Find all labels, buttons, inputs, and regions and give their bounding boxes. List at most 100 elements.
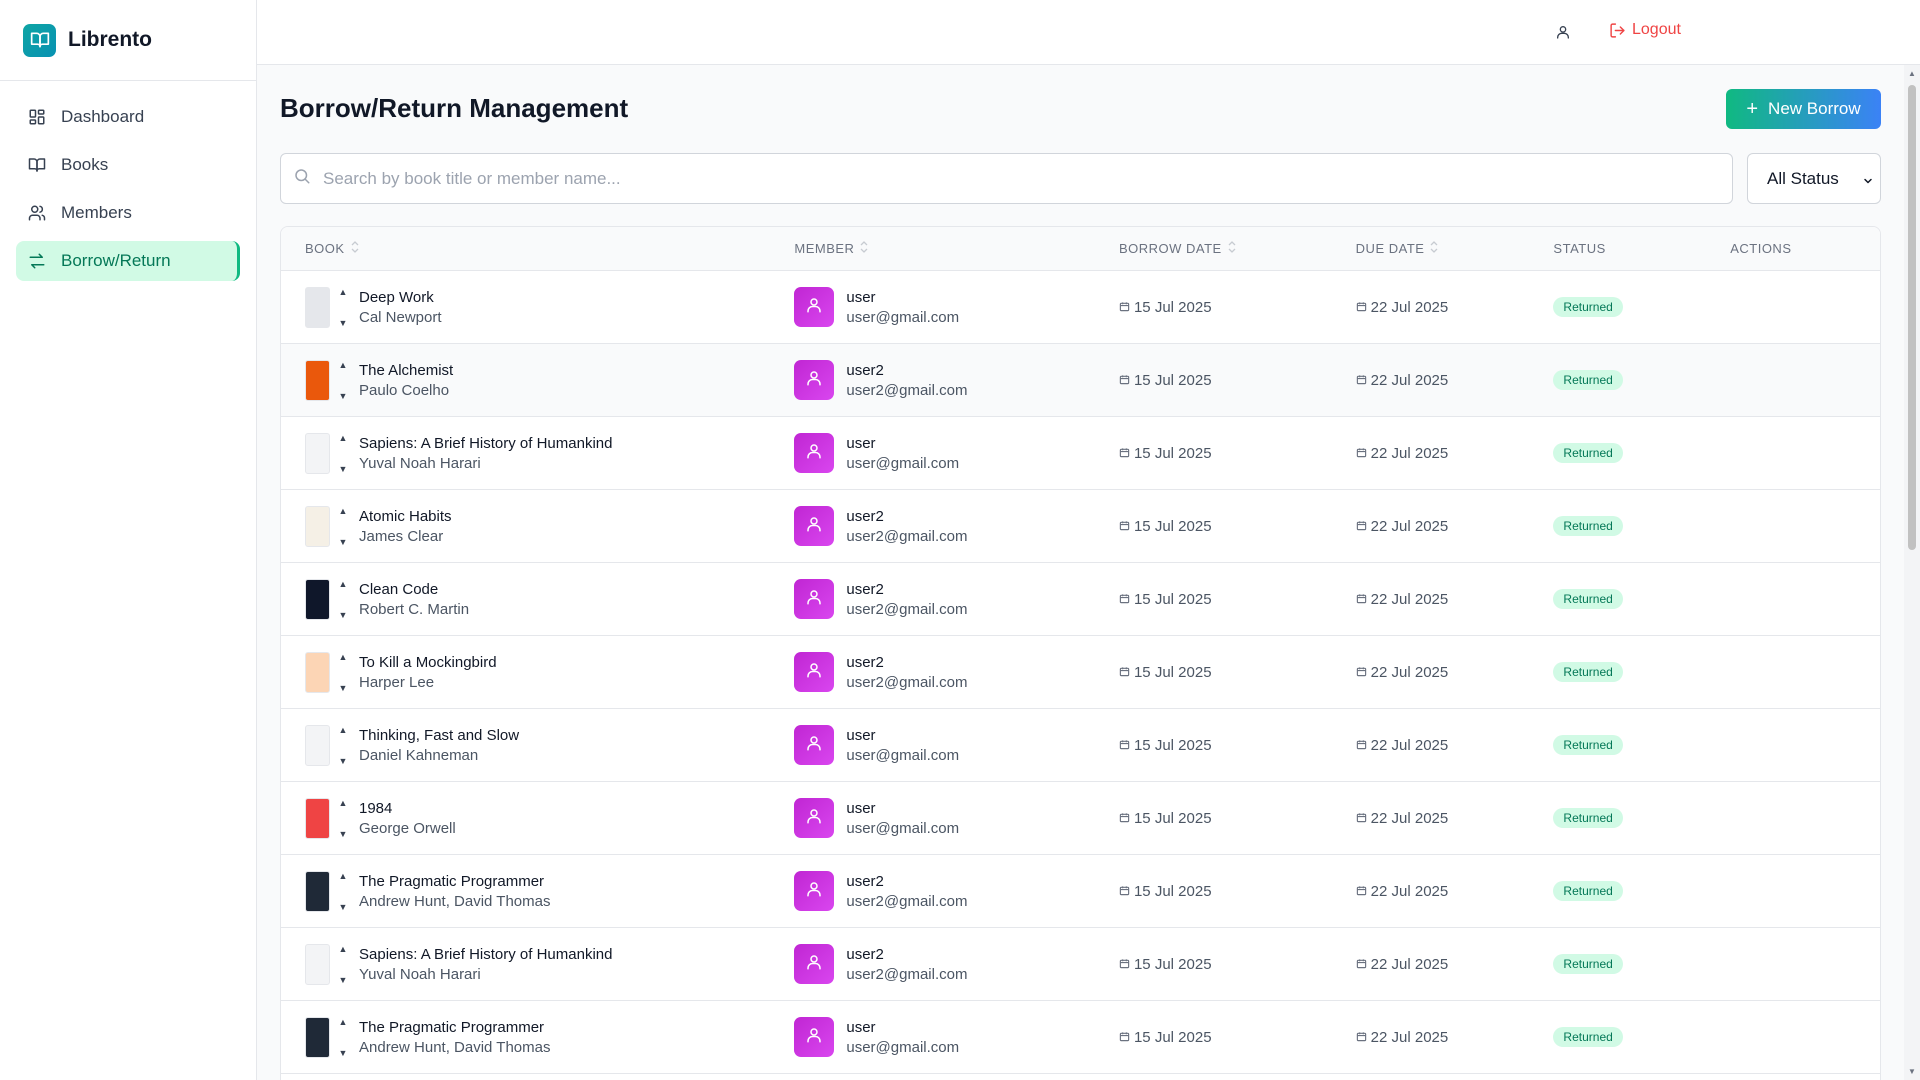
row-reorder-control[interactable]: ▲ ▼: [330, 871, 356, 912]
table-row[interactable]: ▲ ▼ Sapiens: A Brief History of Humankind Y…: [281, 417, 1880, 490]
calendar-icon: [1119, 372, 1134, 389]
caret-up-icon[interactable]: ▲: [339, 579, 348, 589]
borrow-date: 15 Jul 2025: [1133, 955, 1212, 973]
column-header-status: STATUS: [1553, 241, 1606, 256]
calendar-icon: [1119, 737, 1134, 754]
caret-up-icon[interactable]: ▲: [339, 871, 348, 881]
row-reorder-control[interactable]: ▲ ▼: [330, 1017, 356, 1058]
caret-up-icon[interactable]: ▲: [339, 506, 348, 516]
book-author: James Clear: [359, 527, 444, 545]
column-header-book[interactable]: BOOK: [281, 241, 794, 256]
due-date: 22 Jul 2025: [1370, 590, 1449, 608]
search-input[interactable]: [323, 168, 1703, 189]
column-header-due-date[interactable]: DUE DATE: [1356, 241, 1554, 256]
table-row[interactable]: ▲ ▼ Sapiens: A Brief History of Humankind Y…: [281, 928, 1880, 1001]
calendar-icon: [1119, 1029, 1134, 1046]
book-cell: ▲ ▼ Thinking, Fast and Slow Daniel Kahneman: [281, 724, 794, 766]
member-email: user2@gmail.com: [846, 381, 968, 399]
member-email: user@gmail.com: [846, 819, 960, 837]
due-date-cell: 22 Jul 2025: [1356, 956, 1554, 973]
book-title: To Kill a Mockingbird: [359, 653, 497, 671]
caret-down-icon[interactable]: ▼: [339, 464, 348, 474]
user-icon: [805, 515, 823, 538]
table-row[interactable]: ▲ ▼ The Alchemist Paulo Coelho user2 user2@gm…: [281, 344, 1880, 417]
member-name: user: [846, 726, 876, 744]
search-box: [280, 153, 1733, 204]
table-body: ▲ ▼ Deep Work Cal Newport user user@gmail.com…: [281, 271, 1880, 1074]
table-row[interactable]: ▲ ▼ Atomic Habits James Clear user2 user2@gma…: [281, 490, 1880, 563]
sidebar-item-dashboard[interactable]: Dashboard: [16, 97, 240, 137]
borrow-date-cell: 15 Jul 2025: [1119, 1029, 1356, 1046]
column-header-member[interactable]: MEMBER: [794, 241, 1119, 256]
caret-down-icon[interactable]: ▼: [339, 683, 348, 693]
row-reorder-control[interactable]: ▲ ▼: [330, 652, 356, 693]
caret-up-icon[interactable]: ▲: [339, 287, 348, 297]
book-cover: [305, 286, 330, 328]
caret-down-icon[interactable]: ▼: [339, 391, 348, 401]
caret-down-icon[interactable]: ▼: [339, 756, 348, 766]
caret-down-icon[interactable]: ▼: [339, 902, 348, 912]
sidebar-item-members[interactable]: Members: [16, 193, 240, 233]
table-row[interactable]: ▲ ▼ The Pragmatic Programmer Andrew Hunt, D…: [281, 855, 1880, 928]
row-reorder-control[interactable]: ▲ ▼: [330, 287, 356, 328]
row-reorder-control[interactable]: ▲ ▼: [330, 506, 356, 547]
row-reorder-control[interactable]: ▲ ▼: [330, 798, 356, 839]
caret-up-icon[interactable]: ▲: [339, 725, 348, 735]
caret-down-icon[interactable]: ▼: [339, 537, 348, 547]
member-name: user2: [846, 872, 884, 890]
table-row[interactable]: ▲ ▼ 1984 George Orwell user user@gmail.com 15 …: [281, 782, 1880, 855]
calendar-icon: [1356, 299, 1371, 316]
table-row[interactable]: ▲ ▼ Deep Work Cal Newport user user@gmail.com…: [281, 271, 1880, 344]
caret-up-icon[interactable]: ▲: [339, 360, 348, 370]
column-header-actions: ACTIONS: [1730, 241, 1792, 256]
caret-down-icon[interactable]: ▼: [339, 829, 348, 839]
status-filter-select[interactable]: All Status: [1747, 153, 1881, 204]
book-cell: ▲ ▼ The Pragmatic Programmer Andrew Hunt, D…: [281, 1016, 794, 1058]
scrollbar-thumb[interactable]: [1908, 85, 1916, 550]
caret-up-icon[interactable]: ▲: [339, 652, 348, 662]
status-cell: Returned: [1553, 589, 1730, 609]
row-reorder-control[interactable]: ▲ ▼: [330, 579, 356, 620]
caret-up-icon[interactable]: ▲: [339, 944, 348, 954]
book-title: The Pragmatic Programmer: [359, 1018, 545, 1036]
borrow-date-cell: 15 Jul 2025: [1119, 883, 1356, 900]
page-scrollbar[interactable]: ▲ ▼: [1904, 65, 1920, 1080]
book-cover: [305, 505, 330, 547]
sidebar-item-books[interactable]: Books: [16, 145, 240, 185]
book-title: Thinking, Fast and Slow: [359, 726, 520, 744]
plus-icon: +: [1746, 98, 1759, 120]
row-reorder-control[interactable]: ▲ ▼: [330, 944, 356, 985]
status-badge: Returned: [1553, 297, 1623, 317]
caret-up-icon[interactable]: ▲: [339, 798, 348, 808]
caret-up-icon[interactable]: ▲: [339, 1017, 348, 1027]
column-header-borrow-date[interactable]: BORROW DATE: [1119, 241, 1356, 256]
scroll-up-icon[interactable]: ▲: [1908, 69, 1916, 78]
avatar: [794, 287, 835, 327]
new-borrow-button[interactable]: + New Borrow: [1726, 89, 1881, 129]
brand[interactable]: Librento: [0, 0, 256, 81]
caret-down-icon[interactable]: ▼: [339, 318, 348, 328]
row-reorder-control[interactable]: ▲ ▼: [330, 360, 356, 401]
row-reorder-control[interactable]: ▲ ▼: [330, 433, 356, 474]
user-icon: [805, 661, 823, 684]
caret-up-icon[interactable]: ▲: [339, 433, 348, 443]
scroll-down-icon[interactable]: ▼: [1908, 1067, 1916, 1076]
member-name: user2: [846, 580, 884, 598]
caret-down-icon[interactable]: ▼: [339, 975, 348, 985]
caret-down-icon[interactable]: ▼: [339, 1048, 348, 1058]
user-icon[interactable]: [1553, 22, 1573, 42]
table-row[interactable]: ▲ ▼ Clean Code Robert C. Martin user2 user2@g…: [281, 563, 1880, 636]
table-row[interactable]: ▲ ▼ To Kill a Mockingbird Harper Lee user2 us…: [281, 636, 1880, 709]
borrow-date: 15 Jul 2025: [1133, 1028, 1212, 1046]
table-row[interactable]: ▲ ▼ The Pragmatic Programmer Andrew Hunt, D…: [281, 1001, 1880, 1074]
due-date-cell: 22 Jul 2025: [1356, 518, 1554, 535]
row-reorder-control[interactable]: ▲ ▼: [330, 725, 356, 766]
user-icon: [805, 1026, 823, 1049]
caret-down-icon[interactable]: ▼: [339, 610, 348, 620]
sidebar-item-borrow-return[interactable]: Borrow/Return: [16, 241, 240, 281]
book-title: Sapiens: A Brief History of Humankind: [359, 945, 613, 963]
book-cell: ▲ ▼ The Alchemist Paulo Coelho: [281, 359, 794, 401]
table-row[interactable]: ▲ ▼ Thinking, Fast and Slow Daniel Kahneman…: [281, 709, 1880, 782]
book-title: The Pragmatic Programmer: [359, 872, 545, 890]
logout-button[interactable]: Logout: [1609, 21, 1681, 39]
